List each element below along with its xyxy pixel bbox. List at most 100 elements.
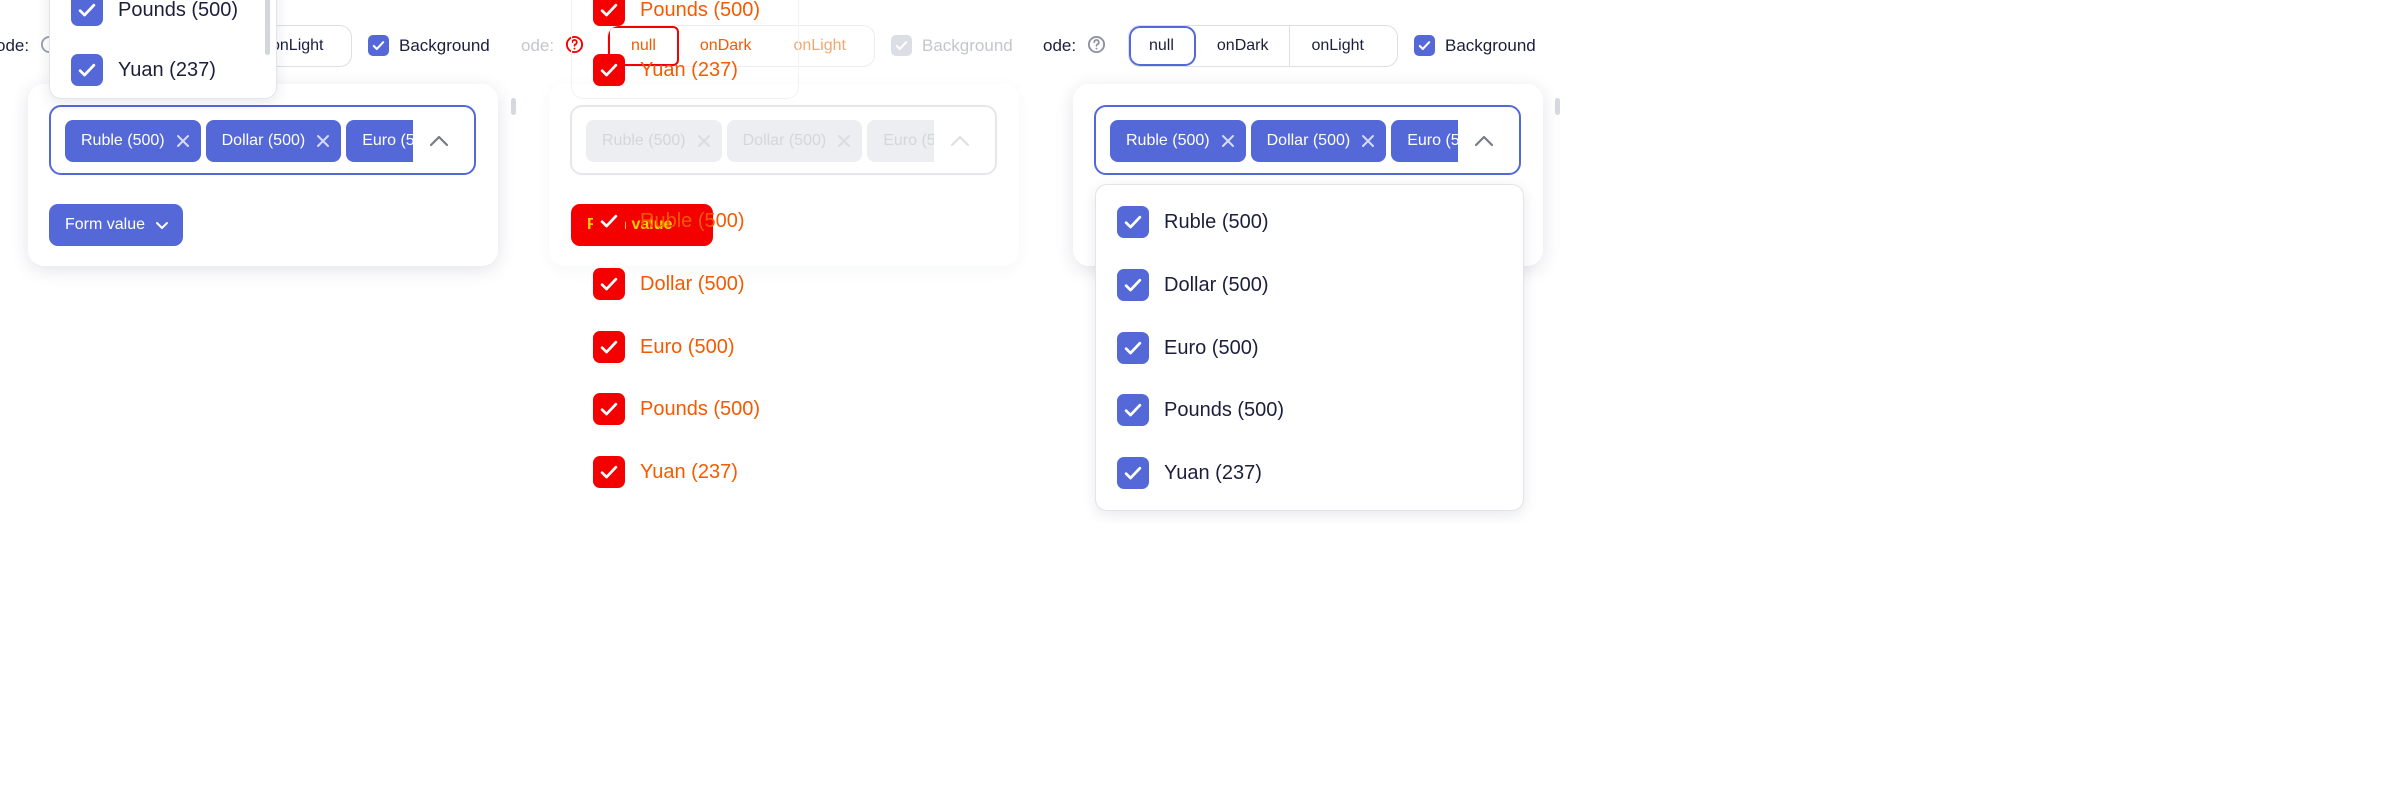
toolbar: ode: null onDark onLight Background [1042,24,1562,68]
checkbox-box [1117,269,1149,301]
checkbox-box [368,35,389,56]
background-checkbox[interactable]: Background [368,35,490,56]
chip-label: Euro (500) [362,132,413,149]
chevron-up-icon[interactable] [1473,130,1495,152]
mode-ondark-label: onDark [1216,37,1269,54]
scroll-indicator[interactable] [511,98,516,115]
check-icon [1124,403,1142,417]
chip: Ruble (500) [586,120,722,162]
check-icon [600,340,618,354]
close-icon[interactable] [315,133,331,149]
panel-left: ode: onLight Background Ruble (500) Dolla… [0,0,520,523]
check-icon [1124,466,1142,480]
multiselect-field[interactable]: Ruble (500) Dollar (500) Euro (500) [1094,105,1521,175]
option-ruble[interactable]: Ruble (500) [593,204,745,238]
option-yuan[interactable]: Yuan (237) [1117,456,1262,490]
chip-label: Ruble (500) [1126,132,1210,149]
option-ruble[interactable]: Ruble (500) [1117,205,1269,239]
mode-onlight-button[interactable]: onLight [1290,26,1385,66]
background-checkbox[interactable]: Background [1414,35,1536,56]
option-label: Pounds (500) [118,0,239,21]
chip-label: Dollar (500) [1266,132,1351,149]
chevron-up-icon[interactable] [428,130,450,152]
mode-label: ode: [521,36,555,55]
checkbox-box [1414,35,1435,56]
option-dollar[interactable]: Dollar (500) [593,267,744,301]
check-icon [600,63,618,77]
option-label: Pounds (500) [1164,398,1285,421]
form-value-button[interactable]: Form value [49,204,184,246]
check-icon [600,465,618,479]
checkbox-box [1117,457,1149,489]
dropdown-scrollbar[interactable] [265,0,270,55]
background-label: Background [1445,35,1536,55]
check-icon [372,41,385,50]
option-label: Pounds (500) [640,397,761,420]
chips-row: Ruble (500) Dollar (500) Euro (500) [1110,120,1458,162]
mode-ondark-button[interactable]: onDark [1196,26,1291,66]
option-pounds[interactable]: Pounds (500) [593,0,760,27]
mode-onlight-label: onLight [793,37,846,54]
checkbox-box [1117,206,1149,238]
mode-label: ode: [0,36,30,55]
background-checkbox[interactable]: Background [891,35,1013,56]
background-label: Background [922,35,1013,55]
checkbox-box [593,54,625,86]
panel-right: ode: null onDark onLight Background Rubl… [1042,0,1562,523]
check-icon [600,277,618,291]
option-label: Yuan (237) [640,58,738,81]
background-label: Background [399,35,490,55]
checkbox-box [71,0,103,26]
checkbox-box [593,331,625,363]
close-icon[interactable] [175,133,191,149]
mode-onlight-label: onLight [1311,37,1364,54]
checkbox-box [593,205,625,237]
chip-label: Euro (500) [1407,132,1458,149]
option-yuan[interactable]: Yuan (237) [71,53,216,87]
checkbox-box [891,35,912,56]
help-circle-icon[interactable] [1087,35,1106,54]
mode-null-label: null [1149,37,1174,54]
option-pounds[interactable]: Pounds (500) [71,0,238,27]
form-value-label: Form value [65,216,146,233]
option-pounds[interactable]: Pounds (500) [593,392,760,426]
option-euro[interactable]: Euro (500) [593,330,735,364]
option-dollar[interactable]: Dollar (500) [1117,268,1268,302]
option-yuan[interactable]: Yuan (237) [593,455,738,489]
option-yuan[interactable]: Yuan (237) [593,53,738,87]
close-icon[interactable] [1220,133,1236,149]
chips-row: Ruble (500) Dollar (500) Euro (500) [65,120,413,162]
check-icon [895,41,908,50]
scroll-indicator[interactable] [1555,98,1560,115]
option-label: Yuan (237) [118,58,216,81]
multiselect-field[interactable]: Ruble (500) Dollar (500) Euro (500) [49,105,476,175]
chevron-down-icon [156,222,169,229]
checkbox-box [1117,394,1149,426]
close-icon [838,135,851,147]
option-pounds[interactable]: Pounds (500) [1117,393,1284,427]
option-label: Euro (500) [1164,336,1259,359]
mode-null-button[interactable]: null [1129,26,1196,66]
chip: Dollar (500) [205,120,342,162]
option-euro[interactable]: Euro (500) [1117,331,1259,365]
option-label: Ruble (500) [640,209,745,232]
close-icon[interactable] [1360,133,1376,149]
checkbox-box [593,393,625,425]
chevron-up-icon [950,135,970,147]
check-icon [78,3,96,17]
check-icon [1418,41,1431,50]
chip: Dollar (500) [726,120,863,162]
option-label: Dollar (500) [1164,273,1269,296]
chip: Ruble (500) [65,120,201,162]
chip: Ruble (500) [1110,120,1246,162]
option-label: Ruble (500) [1164,210,1269,233]
option-label: Yuan (237) [640,460,738,483]
check-icon [1124,215,1142,229]
chip-label: Dollar (500) [742,132,827,149]
chip-label: Euro (500) [883,132,934,149]
options-dropdown: Pounds (500) Yuan (237) [49,0,277,99]
option-label: Euro (500) [640,335,735,358]
chip: Euro (500) [1391,120,1458,162]
option-label: Yuan (237) [1164,461,1262,484]
checkbox-box [593,456,625,488]
